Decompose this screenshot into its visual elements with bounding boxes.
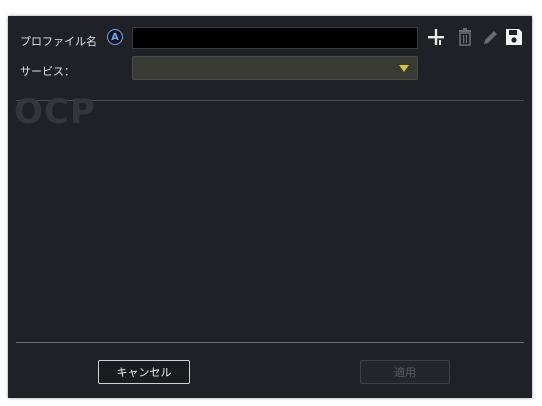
profile-name-label: プロファイル名: [20, 35, 97, 48]
edit-icon[interactable]: [480, 26, 500, 48]
cancel-button[interactable]: キャンセル: [98, 360, 190, 384]
apply-button[interactable]: 適用: [360, 360, 450, 384]
profile-dialog: プロファイル名 A サービス： OCP キャンセル 適用: [8, 16, 532, 398]
delete-icon[interactable]: [456, 26, 476, 48]
service-label: サービス：: [20, 65, 75, 78]
watermark: OCP: [14, 92, 96, 132]
service-select[interactable]: [132, 56, 418, 80]
chevron-down-icon: [399, 65, 409, 72]
profile-name-input[interactable]: [132, 27, 418, 49]
footer-divider: [16, 342, 524, 343]
save-icon[interactable]: [504, 26, 524, 48]
add-icon[interactable]: [426, 26, 446, 48]
info-icon[interactable]: A: [107, 29, 123, 45]
